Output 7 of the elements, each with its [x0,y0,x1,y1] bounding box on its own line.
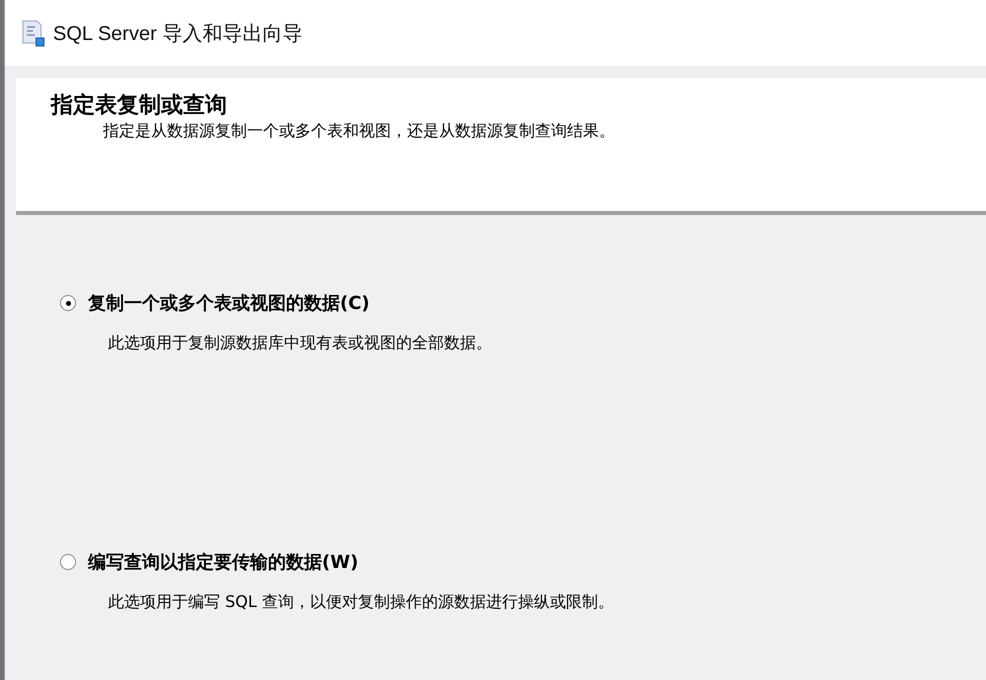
window-title: SQL Server 导入和导出向导 [53,22,302,46]
option-label[interactable]: 编写查询以指定要传输的数据(W) [88,550,358,574]
page-title: 指定表复制或查询 [51,92,228,120]
option-description: 此选项用于复制源数据库中现有表或视图的全部数据。 [108,333,493,354]
option-description: 此选项用于编写 SQL 查询，以便对复制操作的源数据进行操纵或限制。 [108,592,615,613]
page-description: 指定是从数据源复制一个或多个表和视图，还是从数据源复制查询结果。 [103,120,616,142]
option-label[interactable]: 复制一个或多个表或视图的数据(C) [88,291,370,315]
